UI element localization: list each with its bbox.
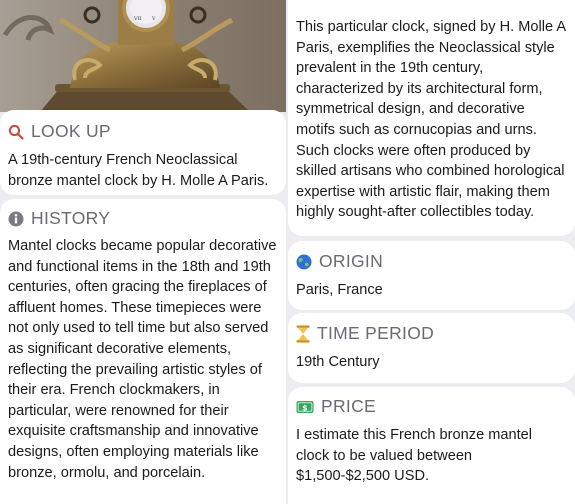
time-period-label: TIME PERIOD <box>317 323 435 343</box>
clock-photo-image: VII V <box>0 0 286 112</box>
svg-text:VII: VII <box>133 16 142 22</box>
origin-label: ORIGIN <box>319 251 384 271</box>
price-card: $ PRICE I estimate this French bronze ma… <box>288 387 575 504</box>
money-icon: $ <box>296 400 314 414</box>
history-card: HISTORY Mantel clocks became popular dec… <box>0 199 286 504</box>
history-text: Mantel clocks became popular decorative … <box>8 238 277 481</box>
origin-heading: ORIGIN <box>296 251 567 272</box>
left-column: VII V LOOK UP A 19th-century French Neoc… <box>0 0 286 504</box>
history-heading: HISTORY <box>8 208 278 229</box>
lookup-label: LOOK UP <box>31 121 111 141</box>
info-icon <box>8 211 24 227</box>
history-label: HISTORY <box>31 208 111 228</box>
svg-text:V: V <box>151 16 156 22</box>
time-period-value: 19th Century <box>296 354 380 370</box>
search-icon <box>8 124 24 140</box>
price-text: I estimate this French bronze mantel clo… <box>296 427 533 485</box>
clock-photo: VII V <box>0 0 286 112</box>
time-period-card: TIME PERIOD 19th Century <box>288 313 575 383</box>
right-column: This particular clock, signed by H. Moll… <box>288 0 575 504</box>
price-label: PRICE <box>321 396 376 416</box>
history-continuation-text: This particular clock, signed by H. Moll… <box>296 19 566 221</box>
origin-card: ORIGIN Paris, France <box>288 241 575 310</box>
lookup-heading: LOOK UP <box>8 121 278 142</box>
lookup-text: A 19th-century French Neoclassical bronz… <box>8 152 269 189</box>
svg-text:$: $ <box>302 403 308 412</box>
price-heading: $ PRICE <box>296 396 567 417</box>
lookup-card: LOOK UP A 19th-century French Neoclassic… <box>0 110 286 195</box>
origin-value: Paris, France <box>296 282 383 298</box>
time-period-heading: TIME PERIOD <box>296 323 567 344</box>
hourglass-icon <box>296 325 310 343</box>
history-continuation-card: This particular clock, signed by H. Moll… <box>288 0 575 236</box>
globe-icon <box>296 254 312 270</box>
